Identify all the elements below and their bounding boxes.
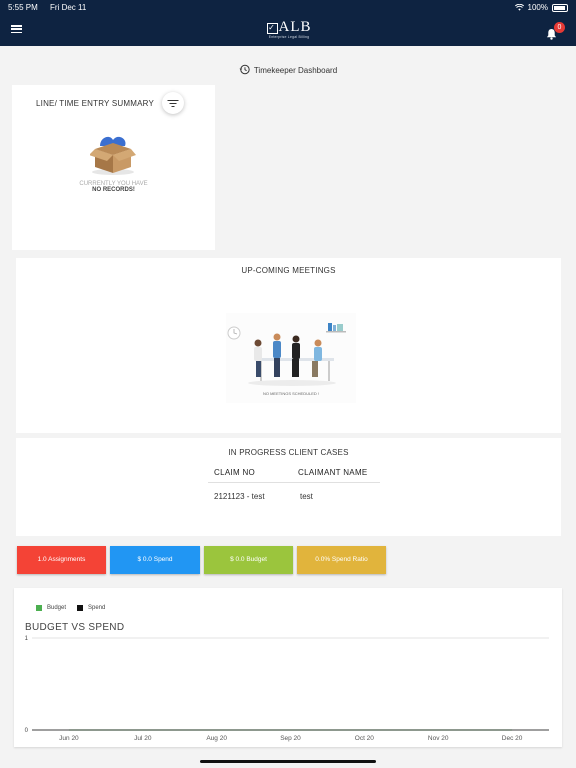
chart-legend-budget: Budget (36, 605, 66, 611)
x-tick-label: Dec 20 (502, 735, 523, 742)
page-title: Timekeeper Dashboard (0, 64, 576, 75)
x-tick-label: Oct 20 (355, 735, 375, 742)
logo-tagline: Enterprise Legal Billing (268, 35, 310, 39)
column-header-claim-no: CLAIM NO (208, 462, 292, 483)
filter-button[interactable] (162, 92, 184, 114)
battery-percent: 100% (527, 3, 548, 12)
table-row[interactable]: 2121123 - test test (208, 483, 380, 510)
status-date: Fri Dec 11 (50, 3, 87, 12)
status-bar-right: 100% (514, 3, 568, 12)
legend-swatch-budget (36, 605, 42, 611)
status-bar-left: 5:55 PM Fri Dec 11 (8, 3, 96, 12)
home-indicator (200, 760, 376, 763)
meeting-illustration: NO MEETINGS SCHEDULED ! (226, 313, 356, 403)
legend-label-spend: Spend (88, 605, 106, 611)
checkbox-logo-icon: ✓ (266, 23, 278, 34)
empty-box-icon (90, 136, 136, 175)
client-cases-table: CLAIM NO CLAIMANT NAME 2121123 - test te… (208, 462, 380, 509)
client-cases-title: IN PROGRESS CLIENT CASES (228, 448, 349, 457)
page-title-text: Timekeeper Dashboard (253, 66, 338, 75)
logo-text: ALB (278, 19, 312, 35)
battery-icon (552, 3, 568, 12)
claimant-name-cell: test (300, 491, 313, 501)
table-header-row: CLAIM NO CLAIMANT NAME (208, 462, 380, 483)
chart-legend-spend: Spend (77, 605, 105, 611)
claim-no-cell: 2121123 - test (214, 491, 265, 501)
empty-records-text: CURRENTLY YOU HAVE NO RECORDS! (12, 181, 215, 193)
legend-swatch-spend (77, 605, 83, 611)
upcoming-meetings-card: UP-COMING MEETINGS NO MEETINGS SCHEDULED… (16, 258, 561, 433)
top-bar: 5:55 PM Fri Dec 11 100% ✓ ALB Enterprise … (0, 0, 576, 46)
x-tick-label: Sep 20 (280, 735, 301, 742)
status-time: 5:55 PM (8, 3, 38, 12)
legend-label-budget: Budget (47, 605, 67, 611)
x-tick-label: Jun 20 (59, 735, 79, 742)
budget-tile[interactable]: $ 0.0 Budget (204, 546, 293, 574)
line-entry-summary-title: LINE/ TIME ENTRY SUMMARY (36, 99, 155, 108)
history-icon (239, 64, 250, 75)
y-tick-label: 1 (25, 636, 29, 642)
upcoming-meetings-title: UP-COMING MEETINGS (241, 266, 336, 275)
wifi-icon (514, 4, 524, 11)
menu-button[interactable] (11, 25, 22, 34)
empty-records-line2: NO RECORDS! (92, 187, 135, 193)
y-tick-label: 0 (25, 728, 29, 734)
x-tick-label: Nov 20 (428, 735, 449, 742)
x-tick-label: Aug 20 (206, 735, 227, 742)
no-meetings-text: NO MEETINGS SCHEDULED ! (263, 391, 319, 396)
assignments-tile[interactable]: 1.0 Assignments (17, 546, 106, 574)
x-tick-label: Jul 20 (134, 735, 152, 742)
notification-badge: 0 (554, 22, 565, 33)
budget-vs-spend-chart: 0 1 Jun 20 Jul 20 Aug 20 Sep 20 Oct 20 Nov 20 De… (25, 636, 549, 742)
spend-ratio-tile[interactable]: 0.0% Spend Ratio (297, 546, 386, 574)
app-logo: ✓ ALB Enterprise Legal Billing (265, 20, 313, 39)
column-header-claimant-name: CLAIMANT NAME (292, 462, 380, 483)
spend-tile[interactable]: $ 0.0 Spend (110, 546, 200, 574)
